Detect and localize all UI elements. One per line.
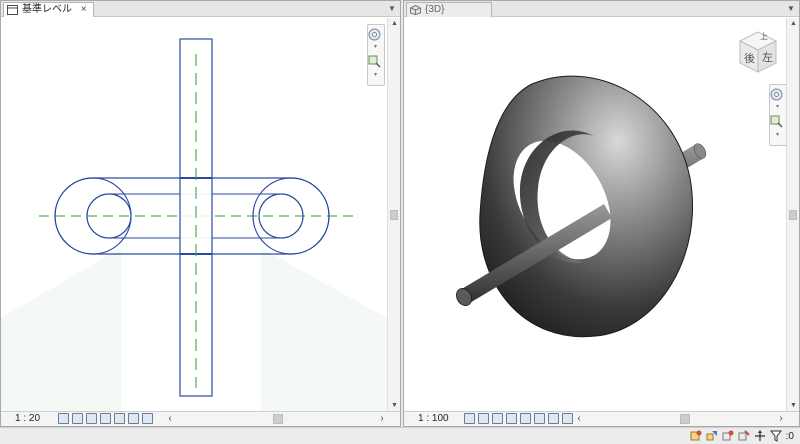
tab-plan-view[interactable]: 基準レベル ×: [3, 2, 94, 17]
plan-drawing: [1, 38, 387, 412]
status-bar-tray: :0: [690, 430, 794, 442]
plan-view-window[interactable]: 基準レベル × ▼ ▾ ▾ ▲ ▼ 1: 20 ‹ ›: [0, 0, 401, 427]
sun-path-icon[interactable]: [492, 413, 503, 424]
drag-elements-icon[interactable]: [754, 430, 766, 442]
detail-level-icon[interactable]: [464, 413, 475, 424]
shadows-icon[interactable]: [100, 413, 111, 424]
3d-view-window[interactable]: {3D} ▼ 上 後 左 ▾ ▾ ▲ ▼ 1: 100 ‹ ›: [403, 0, 800, 427]
viewcube-top-label[interactable]: 上: [760, 31, 768, 42]
sun-path-icon[interactable]: [86, 413, 97, 424]
scroll-right-icon[interactable]: ›: [377, 413, 387, 425]
scroll-left-icon[interactable]: ‹: [574, 413, 584, 425]
application-status-bar: :0: [0, 427, 800, 444]
plan-scale-label[interactable]: 1 : 20: [15, 413, 40, 425]
temporary-hide-icon[interactable]: [142, 413, 153, 424]
tab-3d-view[interactable]: {3D}: [406, 2, 492, 17]
detail-level-icon[interactable]: [58, 413, 69, 424]
3d-view-tabbar: {3D} ▼: [404, 1, 799, 17]
steering-wheel-icon[interactable]: [770, 88, 783, 101]
visual-style-icon[interactable]: [72, 413, 83, 424]
plan-horizontal-scrollbar[interactable]: ‹ ›: [165, 413, 387, 425]
render-icon[interactable]: [520, 413, 531, 424]
filter-count: :0: [785, 430, 794, 442]
viewcube[interactable]: 上 後 左: [736, 30, 780, 74]
selection-pinned-icon[interactable]: [738, 430, 750, 442]
scroll-up-icon[interactable]: ▲: [388, 18, 401, 30]
zoom-icon[interactable]: [368, 55, 381, 68]
filter-icon[interactable]: [769, 430, 782, 442]
plan-navigation-bar: ▾ ▾: [367, 24, 385, 86]
tab-close-icon[interactable]: ×: [81, 4, 87, 15]
3d-vertical-scrollbar[interactable]: ▲ ▼: [786, 18, 799, 412]
tab-plan-view-label: 基準レベル: [22, 4, 72, 15]
visual-style-icon[interactable]: [478, 413, 489, 424]
plan-canvas[interactable]: ▾ ▾: [1, 18, 387, 412]
viewcube-left-label[interactable]: 左: [762, 49, 773, 65]
viewcube-back-label[interactable]: 後: [744, 50, 755, 66]
design-options-icon[interactable]: [706, 430, 718, 442]
navbar-dropdown-icon[interactable]: ▾: [776, 103, 780, 110]
scroll-left-icon[interactable]: ‹: [165, 413, 175, 425]
viewcube-icon[interactable]: [736, 30, 780, 74]
3d-horizontal-scrollbar[interactable]: ‹ ›: [574, 413, 786, 425]
plan-vertical-scrollbar[interactable]: ▲ ▼: [387, 18, 400, 412]
selection-links-icon[interactable]: [722, 430, 734, 442]
steering-wheel-icon[interactable]: [368, 28, 381, 41]
scroll-right-icon[interactable]: ›: [776, 413, 786, 425]
plan-view-control-bar: 1 : 20 ‹ ›: [1, 411, 400, 426]
tab-menu-icon[interactable]: ▼: [786, 2, 796, 16]
3d-view-control-icons: [464, 413, 573, 425]
3d-view-icon: [410, 5, 421, 15]
tab-3d-view-label: {3D}: [425, 4, 445, 15]
scroll-up-icon[interactable]: ▲: [787, 18, 800, 30]
show-crop-region-icon[interactable]: [562, 413, 573, 424]
plan-view-control-icons: [58, 413, 153, 425]
3d-canvas[interactable]: 上 後 左 ▾ ▾: [404, 18, 786, 412]
crop-view-icon[interactable]: [114, 413, 125, 424]
3d-hscroll-thumb[interactable]: [680, 414, 690, 424]
3d-view-control-bar: 1 : 100 ‹ ›: [404, 411, 799, 426]
3d-scale-label[interactable]: 1 : 100: [418, 413, 449, 425]
3d-drawing: [456, 75, 707, 338]
crop-view-icon[interactable]: [548, 413, 559, 424]
plan-shade-right: [261, 248, 387, 412]
revit-app: 基準レベル × ▼ ▾ ▾ ▲ ▼ 1: 20 ‹ › {3D} ▼ 上 後 …: [0, 0, 800, 444]
navbar-dropdown-icon[interactable]: ▾: [374, 43, 378, 50]
plan-hscroll-thumb[interactable]: [273, 414, 283, 424]
plan-view-tabbar: 基準レベル × ▼: [1, 1, 400, 17]
plan-vscroll-thumb[interactable]: [390, 210, 398, 220]
show-crop-region-icon[interactable]: [128, 413, 139, 424]
zoom-icon[interactable]: [770, 115, 783, 128]
tab-menu-icon[interactable]: ▼: [387, 2, 397, 16]
3d-vscroll-thumb[interactable]: [789, 210, 797, 220]
3d-navigation-bar: ▾ ▾: [769, 84, 786, 146]
zoom-dropdown-icon[interactable]: ▾: [776, 131, 780, 138]
floor-plan-icon: [7, 5, 18, 15]
lock-3d-view-icon[interactable]: [534, 413, 545, 424]
shadows-icon[interactable]: [506, 413, 517, 424]
zoom-dropdown-icon[interactable]: ▾: [374, 71, 378, 78]
worksets-icon[interactable]: [690, 430, 702, 442]
plan-shade-left: [1, 248, 121, 412]
